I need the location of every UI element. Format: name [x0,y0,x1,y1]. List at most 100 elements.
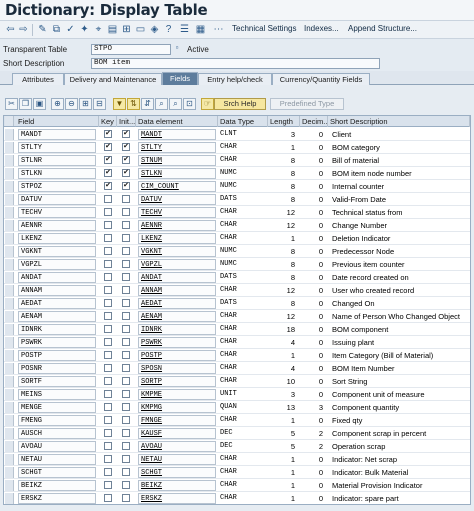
row-selector[interactable] [5,181,14,192]
append-structure-button[interactable]: Append Structure... [348,24,417,33]
help-icon[interactable]: ? [162,23,175,36]
key-checkbox[interactable]: ✔ [104,143,112,151]
data-element-cell[interactable]: CIM_COUNT [138,181,216,192]
table-row[interactable]: MENGE KMPMG QUAN 13 3 Component quantity [4,401,470,414]
row-selector[interactable] [5,272,14,283]
key-checkbox[interactable] [104,273,112,281]
insert-row-icon[interactable]: ⊕ [51,98,64,110]
row-selector[interactable] [5,207,14,218]
key-checkbox[interactable] [104,429,112,437]
data-element-cell[interactable]: SCHGT [138,467,216,478]
data-element-cell[interactable]: BEIKZ [138,480,216,491]
field-name-cell[interactable]: AUSCH [18,428,96,439]
row-selector[interactable] [5,337,14,348]
row-selector[interactable] [5,454,14,465]
initial-values-checkbox[interactable] [122,221,130,229]
initial-values-checkbox[interactable] [122,351,130,359]
table-row[interactable]: NETAU NETAU CHAR 1 0 Indicator: Net scrap [4,453,470,466]
field-name-cell[interactable]: STLTY [18,142,96,153]
initial-values-checkbox[interactable] [122,208,130,216]
field-name-cell[interactable]: LKENZ [18,233,96,244]
row-selector[interactable] [5,350,14,361]
data-element-cell[interactable]: KAUSF [138,428,216,439]
search-help-button[interactable]: Srch Help [214,98,266,110]
field-name-cell[interactable]: SCHGT [18,467,96,478]
row-selector[interactable] [5,285,14,296]
field-name-cell[interactable]: ANDAT [18,272,96,283]
key-checkbox[interactable]: ✔ [104,156,112,164]
more-icon[interactable]: ⋯ [212,23,225,36]
initial-values-checkbox[interactable] [122,455,130,463]
row-selector[interactable] [5,168,14,179]
find-next-icon[interactable]: ⌕ [169,98,182,110]
row-selector[interactable] [5,233,14,244]
tab-currency-quantity[interactable]: Currency/Quantity Fields [272,73,370,85]
tab-delivery-maintenance[interactable]: Delivery and Maintenance [64,73,162,85]
navigation-window-icon[interactable]: ▭ [134,23,147,36]
table-row[interactable]: STLKN ✔ ✔ STLKN NUMC 8 0 BOM item node number [4,167,470,180]
data-element-cell[interactable]: DATUV [138,194,216,205]
initial-values-checkbox[interactable] [122,273,130,281]
data-element-cell[interactable]: STNUM [138,155,216,166]
initial-values-checkbox[interactable] [122,247,130,255]
data-element-cell[interactable]: ERSKZ [138,493,216,504]
initial-values-checkbox[interactable] [122,286,130,294]
field-name-cell[interactable]: FMENG [18,415,96,426]
key-checkbox[interactable] [104,455,112,463]
initial-values-checkbox[interactable] [122,338,130,346]
field-name-cell[interactable]: STLNR [18,155,96,166]
table-row[interactable]: STLNR ✔ ✔ STNUM CHAR 8 0 Bill of material [4,154,470,167]
data-element-cell[interactable]: AENAM [138,311,216,322]
data-element-cell[interactable]: KMPME [138,389,216,400]
row-selector[interactable] [5,259,14,270]
row-selector[interactable] [5,155,14,166]
technical-settings-button[interactable]: Technical Settings [232,24,296,33]
delete-row-icon[interactable]: ⊖ [65,98,78,110]
key-checkbox[interactable] [104,234,112,242]
key-checkbox[interactable]: ✔ [104,169,112,177]
key-checkbox[interactable] [104,481,112,489]
key-checkbox[interactable] [104,403,112,411]
table-row[interactable]: AUSCH KAUSF DEC 5 2 Component scrap in percen… [4,427,470,440]
table-row[interactable]: ANNAM ANNAM CHAR 12 0 User who created record [4,284,470,297]
field-name-cell[interactable]: SORTF [18,376,96,387]
predefined-type-button[interactable]: Predefined Type [270,98,344,110]
initial-values-checkbox[interactable] [122,442,130,450]
table-row[interactable]: STPOZ ✔ ✔ CIM_COUNT NUMC 8 0 Internal counter [4,180,470,193]
key-checkbox[interactable]: ✔ [104,130,112,138]
key-checkbox[interactable] [104,364,112,372]
key-checkbox[interactable] [104,299,112,307]
table-row[interactable]: MANDT ✔ ✔ MANDT CLNT 3 0 Client [4,128,470,141]
key-checkbox[interactable] [104,390,112,398]
table-row[interactable]: VGKNT VGKNT NUMC 8 0 Predecessor Node [4,245,470,258]
initial-values-checkbox[interactable] [122,312,130,320]
key-checkbox[interactable] [104,338,112,346]
initial-values-checkbox[interactable]: ✔ [122,169,130,177]
initial-values-checkbox[interactable] [122,325,130,333]
initial-values-checkbox[interactable] [122,195,130,203]
select-all-handle[interactable] [5,116,14,126]
tab-entry-help-check[interactable]: Entry help/check [198,73,272,85]
details-icon[interactable]: ⊡ [183,98,196,110]
sort-descending-icon[interactable]: ⇵ [141,98,154,110]
table-row[interactable]: AENNR AENNR CHAR 12 0 Change Number [4,219,470,232]
initial-values-checkbox[interactable]: ✔ [122,182,130,190]
key-checkbox[interactable] [104,195,112,203]
field-name-cell[interactable]: POSNR [18,363,96,374]
data-element-cell[interactable]: VGKNT [138,246,216,257]
filter-icon[interactable]: ▼ [113,98,126,110]
field-name-cell[interactable]: ERSKZ [18,493,96,504]
table-row[interactable]: SCHGT SCHGT CHAR 1 0 Indicator: Bulk Material [4,466,470,479]
key-checkbox[interactable] [104,494,112,502]
col-data-type[interactable]: Data Type [218,116,268,127]
table-row[interactable]: MEINS KMPME UNIT 3 0 Component unit of measur… [4,388,470,401]
search-help-icon[interactable]: ☞ [201,98,214,110]
table-row[interactable]: FMENG FMNGE CHAR 1 0 Fixed qty [4,414,470,427]
where-used-icon[interactable]: ⌖ [92,23,105,36]
copy-icon[interactable]: ❐ [19,98,32,110]
data-element-cell[interactable]: SORTP [138,376,216,387]
row-selector[interactable] [5,363,14,374]
data-element-cell[interactable]: AENNR [138,220,216,231]
field-name-cell[interactable]: VGPZL [18,259,96,270]
field-name-cell[interactable]: STPOZ [18,181,96,192]
